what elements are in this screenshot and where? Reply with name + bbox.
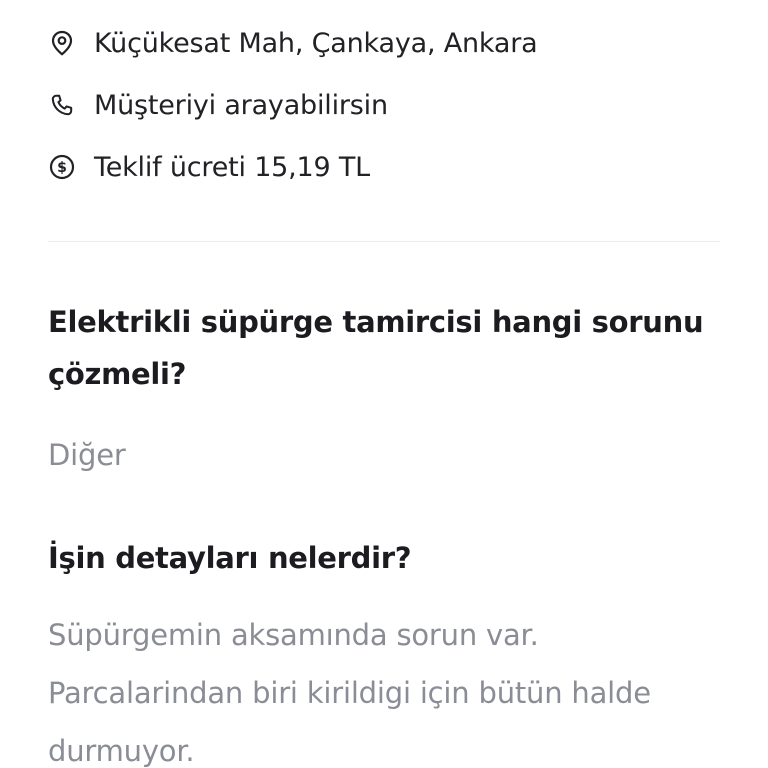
svg-text:$: $ xyxy=(57,160,67,176)
answer-job-details: Süpürgemin aksamında sorun var. Parcalar… xyxy=(48,618,651,768)
dollar-circle-icon: $ xyxy=(48,153,76,181)
phone-row[interactable]: Müşteriyi arayabilirsin xyxy=(48,74,720,136)
location-pin-icon xyxy=(48,29,76,57)
job-detail-page: Küçükesat Mah, Çankaya, Ankara Müşteriyi… xyxy=(0,0,768,768)
offer-fee-text: Teklif ücreti 15,19 TL xyxy=(94,151,371,183)
question-job-details: İşin detayları nelerdir? xyxy=(48,541,412,575)
location-text: Küçükesat Mah, Çankaya, Ankara xyxy=(94,27,538,59)
phone-note-text: Müşteriyi arayabilirsin xyxy=(94,89,388,121)
answer-problem-type: Diğer xyxy=(48,438,126,472)
job-info-list: Küçükesat Mah, Çankaya, Ankara Müşteriyi… xyxy=(48,12,720,198)
offer-fee-row: $ Teklif ücreti 15,19 TL xyxy=(48,136,720,198)
phone-icon xyxy=(48,91,76,119)
question-problem-type: Elektrikli süpürge tamircisi hangi sorun… xyxy=(48,305,704,391)
location-row: Küçükesat Mah, Çankaya, Ankara xyxy=(48,12,720,74)
section-divider xyxy=(48,241,720,242)
